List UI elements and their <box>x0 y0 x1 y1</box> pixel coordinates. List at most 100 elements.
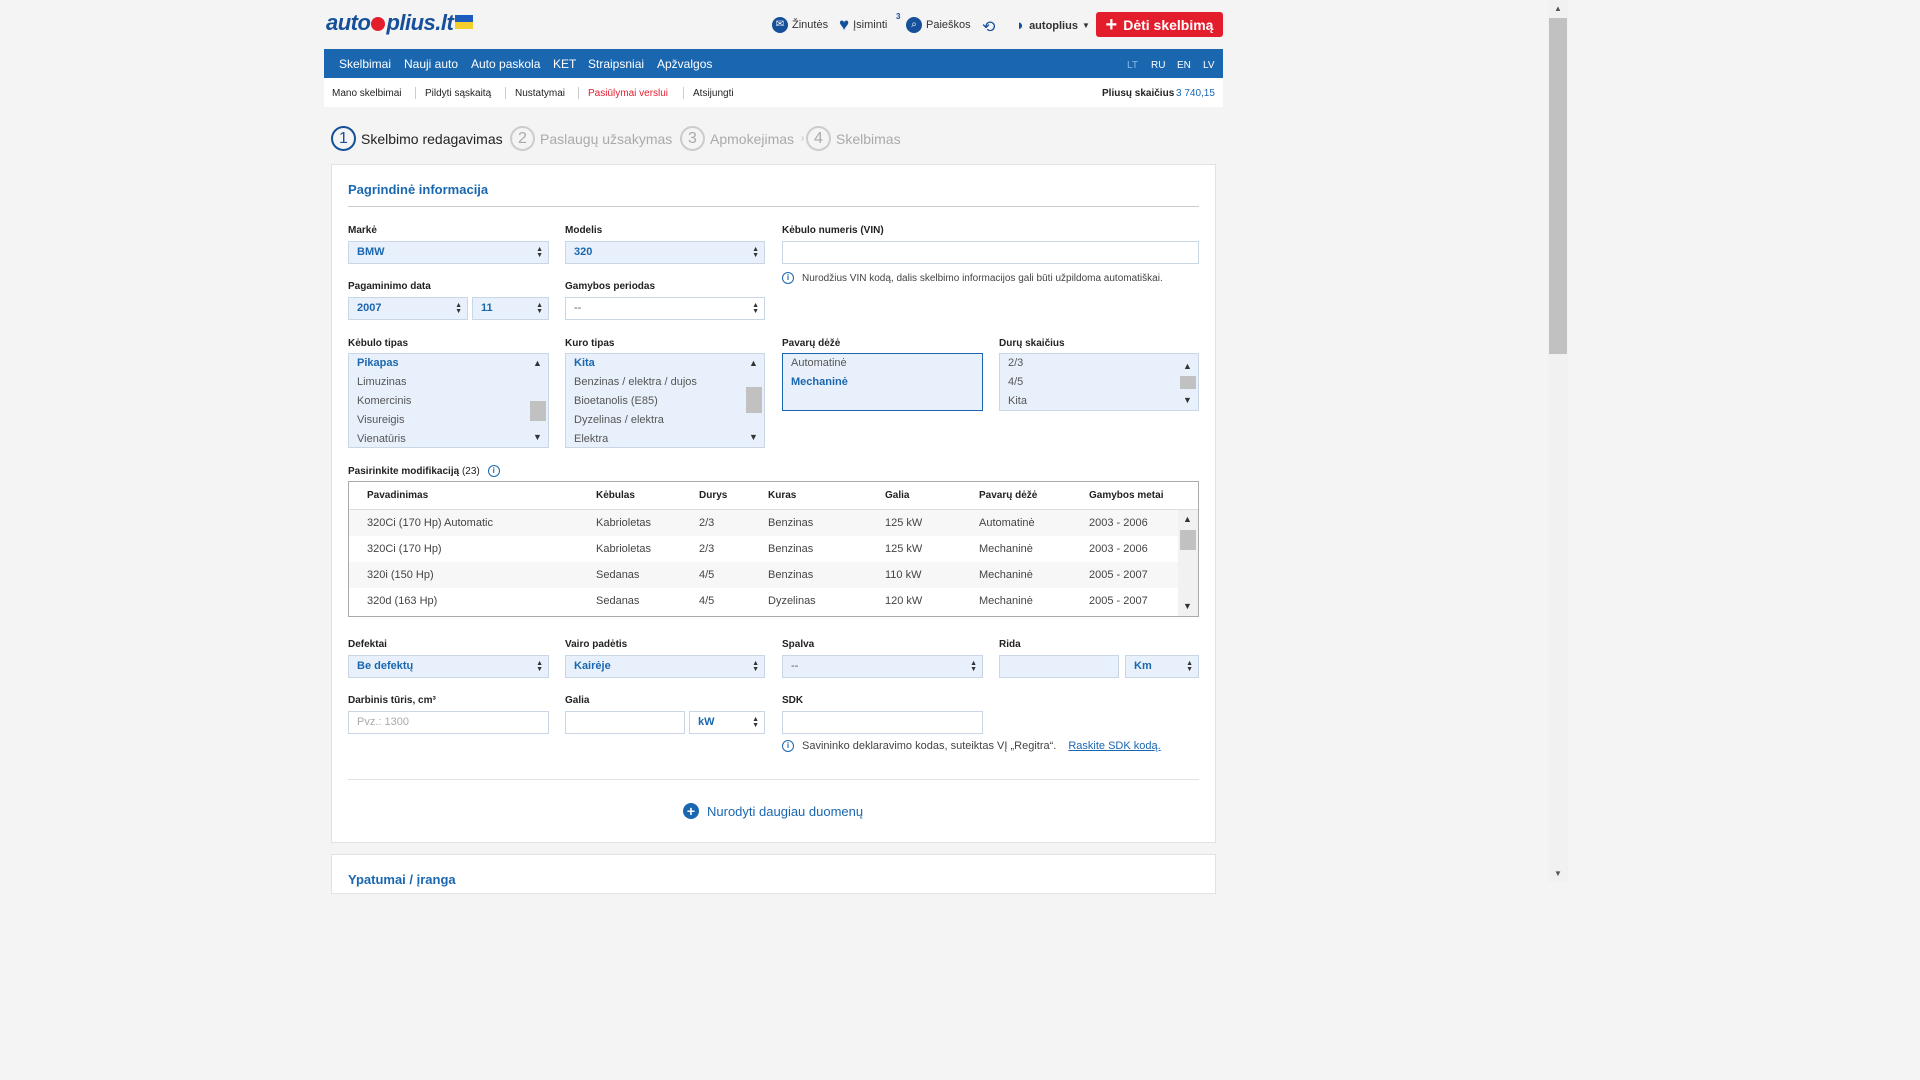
list-option[interactable]: Dyzelinas / elektra <box>566 411 764 430</box>
subnav-my-ads[interactable]: Mano skelbimai <box>332 88 401 99</box>
lang-ru[interactable]: RU <box>1151 60 1165 71</box>
power-input[interactable] <box>565 711 685 734</box>
period-select[interactable]: -- ▲ ▼ <box>565 297 765 320</box>
nav-item-auto-paskola[interactable]: Auto paskola <box>471 57 540 71</box>
scroll-down-icon[interactable]: ▼ <box>749 433 758 442</box>
nav-item-ket[interactable]: KET <box>553 57 576 71</box>
history-icon[interactable]: ⟲ <box>982 17 995 37</box>
listbox-scrollbar[interactable]: ▲ ▼ <box>528 354 548 447</box>
defects-select[interactable]: Be defektų ▲ ▼ <box>348 655 549 678</box>
vin-input[interactable] <box>782 241 1199 264</box>
table-row[interactable]: 320d (163 Hp) Sedanas 4/5 Dyzelinas 120 … <box>349 588 1179 614</box>
nav-item-skelbimai[interactable]: Skelbimai <box>339 57 391 71</box>
mileage-input[interactable] <box>999 655 1119 678</box>
table-cell: 2003 - 2006 <box>1089 543 1148 555</box>
doors-listbox[interactable]: 2/3 4/5 Kita ▲ ▼ <box>999 353 1199 411</box>
post-ad-button[interactable]: + Dėti skelbimą <box>1096 12 1223 37</box>
table-row[interactable]: 320Ci (170 Hp) Automatic Kabrioletas 2/3… <box>349 510 1179 536</box>
list-option[interactable]: Kita <box>566 354 764 373</box>
nav-item-apzvalgos[interactable]: Apžvalgos <box>657 57 712 71</box>
sdk-input[interactable] <box>782 711 983 734</box>
list-option[interactable]: Mechaninė <box>783 373 982 392</box>
subnav-logout[interactable]: Atsijungti <box>693 88 734 99</box>
user-menu[interactable]: ◗ autoplius ▼ <box>1016 17 1090 34</box>
list-option[interactable]: Pikapas <box>349 354 548 373</box>
list-option[interactable]: 4/5 <box>1000 373 1198 392</box>
site-logo[interactable]: auto plius.lt <box>326 10 474 36</box>
scroll-down-icon[interactable]: ▼ <box>1183 396 1192 405</box>
scroll-up-icon[interactable]: ▲ <box>533 359 542 368</box>
scroll-thumb[interactable] <box>746 387 762 413</box>
more-data-button[interactable]: + Nurodyti daugiau duomenų <box>683 803 863 819</box>
sdk-note: i Savininko deklaravimo kodas, suteiktas… <box>782 740 1161 752</box>
list-option[interactable]: Komercinis <box>349 392 548 411</box>
page-scrollbar[interactable]: ▲ ▼ <box>1548 0 1568 882</box>
scroll-up-icon[interactable]: ▲ <box>1183 515 1192 524</box>
lang-lt[interactable]: LT <box>1127 60 1138 71</box>
list-option[interactable]: Elektra <box>566 430 764 447</box>
list-option[interactable]: Benzinas / elektra / dujos <box>566 373 764 392</box>
fuel-type-listbox[interactable]: Kita Benzinas / elektra / dujos Bioetano… <box>565 353 765 448</box>
list-option[interactable]: Limuzinas <box>349 373 548 392</box>
engine-input[interactable]: Pvz.: 1300 <box>348 711 549 734</box>
list-option[interactable]: 2/3 <box>1000 354 1198 373</box>
table-cell: Benzinas <box>768 517 814 529</box>
scroll-up-icon[interactable]: ▲ <box>749 359 758 368</box>
year-select[interactable]: 2007 ▲ ▼ <box>348 297 468 320</box>
heart-icon: ♥ <box>839 15 850 34</box>
steering-select[interactable]: Kairėje ▲ ▼ <box>565 655 765 678</box>
vin-note-text: Nurodžius VIN kodą, dalis skelbimo infor… <box>802 272 1163 284</box>
plus-icon: + <box>1105 13 1118 36</box>
info-icon[interactable]: i <box>487 465 500 477</box>
scroll-thumb[interactable] <box>1549 18 1567 354</box>
divider <box>415 87 416 99</box>
nav-item-straipsniai[interactable]: Straipsniai <box>588 57 644 71</box>
table-cell: 125 kW <box>885 543 923 555</box>
table-row[interactable]: 320i (150 Hp) Sedanas 4/5 Benzinas 110 k… <box>349 562 1179 588</box>
list-option[interactable]: Kita <box>1000 392 1198 410</box>
gearbox-listbox[interactable]: Automatinė Mechaninė <box>782 353 983 411</box>
step-number: 3 <box>680 126 705 151</box>
list-option[interactable]: Vienatūris <box>349 430 548 447</box>
list-option[interactable]: Automatinė <box>783 354 982 373</box>
saved-link[interactable]: ♥ Įsiminti <box>839 15 887 34</box>
list-option[interactable]: Visureigis <box>349 411 548 430</box>
body-type-listbox[interactable]: Pikapas Limuzinas Komercinis Visureigis … <box>348 353 549 448</box>
make-select[interactable]: BMW ▲ ▼ <box>348 241 549 264</box>
searches-link[interactable]: ⌕ Paieškos <box>906 17 971 33</box>
scroll-up-icon[interactable]: ▲ <box>1554 4 1562 13</box>
subnav-business-offers[interactable]: Pasiūlymai verslui <box>588 88 668 99</box>
power-unit-select[interactable]: kW ▲ ▼ <box>689 711 765 734</box>
lang-en[interactable]: EN <box>1177 60 1191 71</box>
divider <box>348 779 1199 780</box>
scroll-up-icon[interactable]: ▲ <box>1183 362 1192 371</box>
listbox-scrollbar[interactable]: ▲ ▼ <box>744 354 764 447</box>
model-select[interactable]: 320 ▲ ▼ <box>565 241 765 264</box>
subnav-settings[interactable]: Nustatymai <box>515 88 565 99</box>
table-cell: Mechaninė <box>979 595 1033 607</box>
scroll-down-icon[interactable]: ▼ <box>1554 869 1562 878</box>
messages-link[interactable]: ✉ Žinutės <box>772 17 828 33</box>
mileage-unit-select[interactable]: Km ▲ ▼ <box>1125 655 1199 678</box>
scroll-thumb[interactable] <box>530 401 546 421</box>
month-select[interactable]: 11 ▲ ▼ <box>472 297 549 320</box>
scroll-thumb[interactable] <box>1180 530 1196 550</box>
subnav-top-up[interactable]: Pildyti sąskaitą <box>425 88 491 99</box>
scroll-down-icon[interactable]: ▼ <box>1183 602 1192 611</box>
table-row[interactable]: 320Ci (170 Hp) Kabrioletas 2/3 Benzinas … <box>349 536 1179 562</box>
find-sdk-link[interactable]: Raskite SDK kodą. <box>1068 740 1160 752</box>
scroll-thumb[interactable] <box>1180 376 1196 389</box>
scroll-down-icon[interactable]: ▼ <box>533 433 542 442</box>
list-option[interactable]: Bioetanolis (E85) <box>566 392 764 411</box>
table-cell: 2005 - 2007 <box>1089 569 1148 581</box>
info-icon: i <box>782 272 794 284</box>
vin-note: i Nurodžius VIN kodą, dalis skelbimo info… <box>782 272 1163 284</box>
lang-lv[interactable]: LV <box>1203 60 1215 71</box>
fuel-type-label: Kuro tipas <box>565 338 615 349</box>
more-data-label: Nurodyti daugiau duomenų <box>707 803 864 819</box>
nav-item-nauji-auto[interactable]: Nauji auto <box>404 57 458 71</box>
listbox-scrollbar[interactable]: ▲ ▼ <box>1178 354 1198 410</box>
user-label: autoplius <box>1029 19 1078 32</box>
color-select[interactable]: -- ▲ ▼ <box>782 655 983 678</box>
table-scrollbar[interactable]: ▲ ▼ <box>1178 510 1198 616</box>
